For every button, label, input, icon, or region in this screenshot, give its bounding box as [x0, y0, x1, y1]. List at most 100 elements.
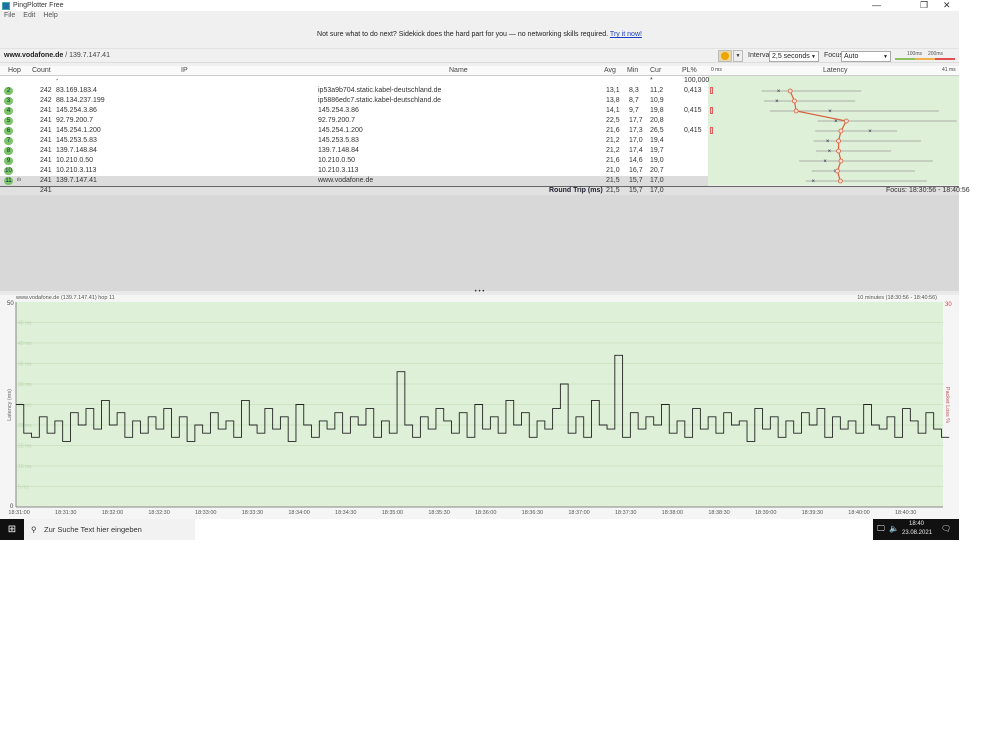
current-latency-marker: × — [777, 89, 781, 95]
table-header: Hop Count IP Name Avg Min Cur PL% 0 ms L… — [0, 66, 959, 76]
x-tick-label: 18:40:30 — [895, 510, 916, 516]
cell-avg: 13,1 — [606, 87, 620, 94]
network-icon[interactable]: 🖵 — [877, 524, 885, 534]
focus-select[interactable]: Auto ▼ — [841, 51, 891, 62]
menu-edit[interactable]: Edit — [23, 12, 35, 22]
graph-icon[interactable]: ılı — [17, 177, 21, 183]
x-tick-label: 18:31:00 — [8, 510, 29, 516]
cell-count: 241 — [40, 137, 52, 144]
table-row[interactable]: 8 241 139.7.148.84 139.7.148.84 21,2 17,4 19,7 — [0, 146, 708, 156]
window-title: PingPlotter Free — [13, 2, 64, 9]
cell-name: ip53a9b704.static.kabel-deutschland.de — [318, 87, 442, 94]
cell-min: 8,3 — [629, 87, 639, 94]
clock-time[interactable]: 18:40 — [909, 521, 924, 527]
col-avg[interactable]: Avg — [604, 67, 616, 74]
x-tick-label: 18:36:00 — [475, 510, 496, 516]
close-button[interactable]: ✕ — [943, 0, 951, 11]
hop-number-badge: 4 — [4, 107, 13, 115]
clock-date[interactable]: 23.08.2021 — [902, 530, 932, 536]
cell-ip: 92.79.200.7 — [56, 117, 93, 124]
cell-min: 14,6 — [629, 157, 643, 164]
cell-count: 241 — [40, 117, 52, 124]
notification-icon[interactable]: 🗨 — [941, 524, 951, 533]
restore-button[interactable]: ❐ — [920, 0, 928, 11]
cell-pl: 0,415 — [684, 107, 702, 114]
col-cur[interactable]: Cur — [650, 67, 661, 74]
hop-number-badge: 6 — [4, 127, 13, 135]
chevron-down-icon: ▼ — [811, 54, 816, 60]
table-row[interactable]: 5 241 92.79.200.7 92.79.200.7 22,5 17,7 20,8 — [0, 116, 708, 126]
hop-number-badge: 8 — [4, 147, 13, 155]
search-placeholder: Zur Suche Text hier eingeben — [44, 525, 142, 534]
latency-color-scale: 100ms 200ms — [895, 51, 955, 61]
menu-help[interactable]: Help — [43, 12, 57, 22]
chart-title: www.vodafone.de (139.7.147.41) hop 11 — [15, 295, 115, 301]
cell-avg: 21,5 — [606, 177, 620, 184]
summary-avg: 21,5 — [606, 187, 620, 194]
scale-warn-bar — [915, 58, 935, 60]
pause-dropdown-button[interactable]: ▼ — [733, 50, 743, 62]
col-min[interactable]: Min — [627, 67, 638, 74]
empty-area — [0, 195, 959, 291]
cell-ip: 139.7.148.84 — [56, 147, 97, 154]
table-row[interactable]: - * 100,000 — [0, 76, 709, 86]
gridline-label: 30 ms — [18, 382, 32, 388]
hop-number-badge: 10 — [4, 167, 13, 175]
minimize-button[interactable]: — — [872, 0, 881, 10]
latency-min-label: 0 ms — [711, 67, 722, 73]
table-row[interactable]: 4 241 145.254.3.86 145.254.3.86 14,1 9,7 19,8 0… — [0, 106, 713, 116]
target-host: www.vodafone.de — [4, 52, 64, 59]
avg-latency-point — [836, 148, 841, 154]
x-tick-label: 18:35:30 — [428, 510, 449, 516]
windows-start-icon[interactable]: ⊞ — [0, 519, 24, 540]
table-row[interactable]: 11 ılı 241 139.7.147.41 www.vodafone.de 21,5 1… — [0, 176, 708, 186]
cell-avg: 22,5 — [606, 117, 620, 124]
menu-file[interactable]: File — [4, 12, 15, 22]
volume-icon[interactable]: 🔈 — [889, 524, 899, 533]
col-ip[interactable]: IP — [181, 67, 188, 74]
cell-count: 241 — [40, 107, 52, 114]
x-tick-label: 18:32:00 — [102, 510, 123, 516]
try-it-now-link[interactable]: Try it now! — [610, 31, 642, 38]
taskbar-search[interactable]: ⚲ Zur Suche Text hier eingeben — [24, 519, 195, 540]
scale-100-label: 100ms — [907, 51, 923, 57]
cell-cur: 26,5 — [650, 127, 664, 134]
cell-name: 139.7.148.84 — [318, 147, 359, 154]
cell-cur: 19,4 — [650, 137, 664, 144]
table-row[interactable]: 3 242 88.134.237.199 ip5886edc7.static.kabe… — [0, 96, 708, 106]
summary-label: Round Trip (ms) — [549, 187, 603, 194]
cell-min: 17,4 — [629, 147, 643, 154]
current-latency-marker: × — [775, 99, 779, 105]
latency-max-label: 41 ms — [942, 67, 956, 73]
table-row[interactable]: 6 241 145.254.1.200 145.254.1.200 21,6 17,3 26… — [0, 126, 713, 136]
hop-number-badge: 2 — [4, 87, 13, 95]
pause-icon — [721, 52, 729, 60]
target-ip: / 139.7.147.41 — [63, 52, 110, 59]
col-latency[interactable]: Latency — [823, 67, 848, 74]
cell-cur: 17,0 — [650, 177, 664, 184]
cell-cur: 10,9 — [650, 97, 664, 104]
pause-button[interactable] — [718, 50, 732, 62]
col-pl[interactable]: PL% — [682, 67, 697, 74]
table-row[interactable]: 7 241 145.253.5.83 145.253.5.83 21,2 17,0 19,4 — [0, 136, 708, 146]
chevron-down-icon: ▼ — [883, 54, 888, 60]
table-row[interactable]: 10 241 10.210.3.113 10.210.3.113 21,0 16,7 20,… — [0, 166, 708, 176]
cell-min: 15,7 — [629, 177, 643, 184]
cell-count: 242 — [40, 97, 52, 104]
col-name[interactable]: Name — [449, 67, 468, 74]
interval-select[interactable]: 2,5 seconds ▼ — [769, 51, 819, 62]
x-tick-label: 18:37:30 — [615, 510, 636, 516]
cell-cur: 19,0 — [650, 157, 664, 164]
gridline-label: 40 ms — [18, 341, 32, 347]
table-row[interactable]: 9 241 10.210.0.50 10.210.0.50 21,6 14,6 19,0 — [0, 156, 708, 166]
col-count[interactable]: Count — [32, 67, 51, 74]
cell-min: 16,7 — [629, 167, 643, 174]
col-hop[interactable]: Hop — [8, 67, 21, 74]
cell-ip: 145.253.5.83 — [56, 137, 97, 144]
table-row[interactable]: 2 242 83.169.183.4 ip53a9b704.static.kabel-… — [0, 86, 713, 96]
cell-name: 10.210.0.50 — [318, 157, 355, 164]
cell-cur: 19,7 — [650, 147, 664, 154]
avg-latency-point — [838, 158, 844, 164]
sidekick-banner: Not sure what to do next? Sidekick does … — [0, 31, 959, 38]
cell-cur: 11,2 — [650, 87, 664, 94]
